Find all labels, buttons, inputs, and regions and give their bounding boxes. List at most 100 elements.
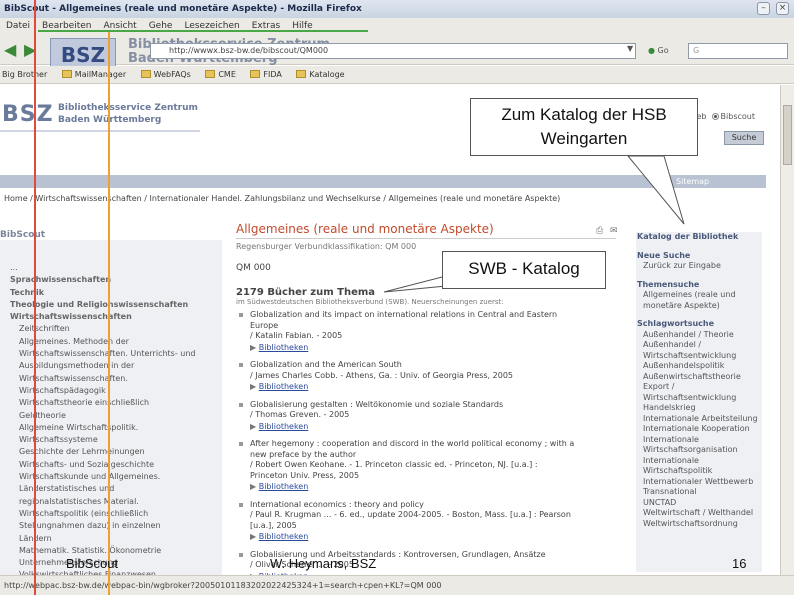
arrow-right-icon: ▶ — [250, 482, 259, 491]
folder-icon — [140, 70, 151, 78]
sidebar-item[interactable]: Wirtschaftspolitik (einschließlich — [10, 508, 220, 520]
result-meta: / Robert Owen Keohane. - 1. Princeton cl… — [250, 460, 538, 469]
classification-subtitle: Regensburger Verbundklassifikation: QM 0… — [236, 242, 417, 251]
window-title: BibScout - Allgemeines (reale und monetä… — [0, 0, 794, 18]
result-item: International economics : theory and pol… — [236, 500, 626, 543]
close-icon[interactable]: × — [776, 2, 789, 15]
library-link[interactable]: Allgemeines (reale und monetäre Aspekte) — [637, 290, 763, 311]
scrollbar-thumb[interactable] — [783, 105, 792, 165]
folder-icon — [205, 70, 216, 78]
bibliotheken-link[interactable]: Bibliotheken — [259, 422, 309, 431]
print-icon[interactable]: ⎙ — [596, 226, 603, 236]
result-title[interactable]: After hegemony : cooperation and discord… — [250, 439, 626, 450]
bookmark-big-brother[interactable]: Big Brother — [2, 66, 47, 84]
breadcrumb[interactable]: Home / Wirtschaftswissenschaften / Inter… — [4, 194, 560, 203]
bibliotheken-link[interactable]: Bibliotheken — [259, 382, 309, 391]
library-link[interactable]: Außenhandelspolitik — [637, 361, 763, 372]
sidebar-item[interactable]: Wirtschafts- und Sozialgeschichte — [10, 459, 220, 471]
go-button[interactable]: ● Go — [648, 44, 684, 58]
library-link[interactable]: Außenhandel / Theorie — [637, 330, 763, 341]
suche-button[interactable]: Suche — [724, 131, 764, 145]
library-link[interactable]: Handelskrieg — [637, 403, 763, 414]
bibliotheken-link[interactable]: Bibliotheken — [259, 482, 309, 491]
bibliotheken-link[interactable]: Bibliotheken — [259, 343, 309, 352]
library-heading: Katalog der Bibliothek — [637, 232, 739, 241]
library-link[interactable]: Internationale Wirtschaftsorganisation — [637, 435, 763, 456]
navigation-strip — [0, 175, 766, 188]
guide-line-orange — [108, 30, 110, 595]
bibliotheken-link[interactable]: Bibliotheken — [259, 532, 309, 541]
sidebar-item[interactable]: Wirtschaftswissenschaften. Unterrichts- … — [10, 348, 220, 360]
bookmark-kataloge[interactable]: Kataloge — [296, 66, 345, 84]
sidebar-item[interactable]: Wirtschaftskunde und Allgemeines. — [10, 471, 220, 483]
bookmarks-toolbar: Big Brother MailManager WebFAQs CME FIDA… — [0, 66, 794, 84]
library-link[interactable]: Internationale Kooperation — [637, 424, 763, 435]
sitemap-link[interactable]: Sitemap — [676, 176, 709, 187]
library-link[interactable]: Internationaler Wettbewerb — [637, 477, 763, 488]
page-title: Allgemeines (reale und monetäre Aspekte) — [236, 222, 494, 236]
library-holdings: ▶ Bibliotheken — [250, 532, 626, 543]
site-name: Bibliotheksservice Zentrum Baden Württemb… — [58, 103, 198, 125]
result-title[interactable]: International economics : theory and pol… — [250, 500, 626, 511]
sidebar-item[interactable]: Geldtheorie — [10, 410, 220, 422]
bookmark-mailmanager[interactable]: MailManager — [61, 66, 126, 84]
sidebar-item[interactable]: Allgemeine Wirtschaftspolitik. — [10, 422, 220, 434]
sidebar-item[interactable]: regionalstatistisches Material. — [10, 496, 220, 508]
library-panel-content: Katalog der Bibliothek Neue Suche Zurück … — [637, 232, 763, 529]
library-link[interactable]: Transnational — [637, 487, 763, 498]
bookmark-webfaqs[interactable]: WebFAQs — [140, 66, 191, 84]
library-link[interactable]: Zurück zur Eingabe — [637, 261, 763, 272]
bookmark-fida[interactable]: FIDA — [250, 66, 282, 84]
library-section-heading: Neue Suche — [637, 250, 691, 260]
header-divider — [0, 130, 200, 132]
mail-icon[interactable]: ✉ — [610, 226, 618, 236]
radio-bibscout[interactable] — [711, 113, 719, 120]
classification-code: QM 000 — [236, 263, 271, 273]
sidebar-item[interactable]: Ausbildungsmethoden in der — [10, 360, 220, 372]
sidebar-item[interactable]: ... — [10, 262, 220, 274]
library-link[interactable]: Außenwirtschaftstheorie — [637, 372, 763, 383]
sidebar-item[interactable]: Allgemeines. Methoden der — [10, 336, 220, 348]
library-holdings: ▶ Bibliotheken — [250, 343, 626, 354]
library-holdings: ▶ Bibliotheken — [250, 382, 626, 393]
sidebar-item[interactable]: Theologie und Religionswissenschaften — [10, 299, 220, 311]
url-input[interactable]: http://wwwx.bsz-bw.de/bibscout/QM000 — [150, 43, 636, 59]
library-section-heading: Schlagwortsuche — [637, 319, 715, 328]
library-link[interactable]: Internationale Wirtschaftspolitik — [637, 456, 763, 477]
result-meta: / Paul R. Krugman ... - 6. ed., update 2… — [250, 510, 571, 519]
library-link[interactable]: Internationale Arbeitsteilung — [637, 414, 763, 425]
sidebar-item[interactable]: Wirtschaftspädagogik — [10, 385, 220, 397]
site-logo[interactable]: BSZ — [2, 102, 54, 127]
result-title[interactable]: Globalisierung gestalten : Weltökonomie … — [250, 400, 626, 411]
vertical-scrollbar[interactable] — [780, 85, 794, 575]
result-meta: Europe — [250, 320, 279, 330]
url-dropdown-icon[interactable]: ▼ — [627, 44, 633, 53]
sidebar-item[interactable]: Ländern — [10, 533, 220, 545]
search-input[interactable]: G — [688, 43, 788, 59]
library-link[interactable]: Weltwirtschaftsordnung — [637, 519, 763, 530]
sidebar-item[interactable]: Sprachwissenschaften — [10, 274, 220, 286]
bookmark-cme[interactable]: CME — [205, 66, 236, 84]
library-holdings: ▶ Bibliotheken — [250, 422, 626, 433]
sidebar-item[interactable]: Zeitschriften — [10, 323, 220, 335]
result-title[interactable]: Globalization and the American South — [250, 360, 626, 371]
result-meta: Princeton Univ. Press, 2005 — [250, 470, 360, 480]
sidebar-item[interactable]: Länderstatistisches und — [10, 483, 220, 495]
result-item: Globalization and its impact on internat… — [236, 310, 626, 353]
sidebar-item[interactable]: Wirtschaftstheorie einschließlich — [10, 397, 220, 409]
library-link[interactable]: UNCTAD — [637, 498, 763, 509]
library-link[interactable]: Export / Wirtschaftsentwicklung — [637, 382, 763, 403]
library-link[interactable]: Weltwirtschaft / Welthandel — [637, 508, 763, 519]
sidebar-item[interactable]: Wirtschaftswissenschaften. — [10, 373, 220, 385]
sidebar-item[interactable]: Geschichte der Lehrmeinungen — [10, 446, 220, 458]
sidebar-item[interactable]: Stellungnahmen dazu) in einzelnen — [10, 520, 220, 532]
sidebar-item[interactable]: Wirtschaftswissenschaften — [10, 311, 220, 323]
browser-window: BibScout - Allgemeines (reale und monetä… — [0, 0, 794, 595]
library-link[interactable]: Außenhandel / Wirtschaftsentwicklung — [637, 340, 763, 361]
back-icon[interactable]: ◀ — [4, 40, 16, 59]
sidebar-item[interactable]: Wirtschaftssysteme — [10, 434, 220, 446]
sidebar-item[interactable]: Technik — [10, 287, 220, 299]
result-title[interactable]: Globalization and its impact on internat… — [250, 310, 626, 321]
minimize-icon[interactable]: – — [757, 2, 770, 15]
menu-file[interactable]: Datei — [6, 21, 30, 31]
